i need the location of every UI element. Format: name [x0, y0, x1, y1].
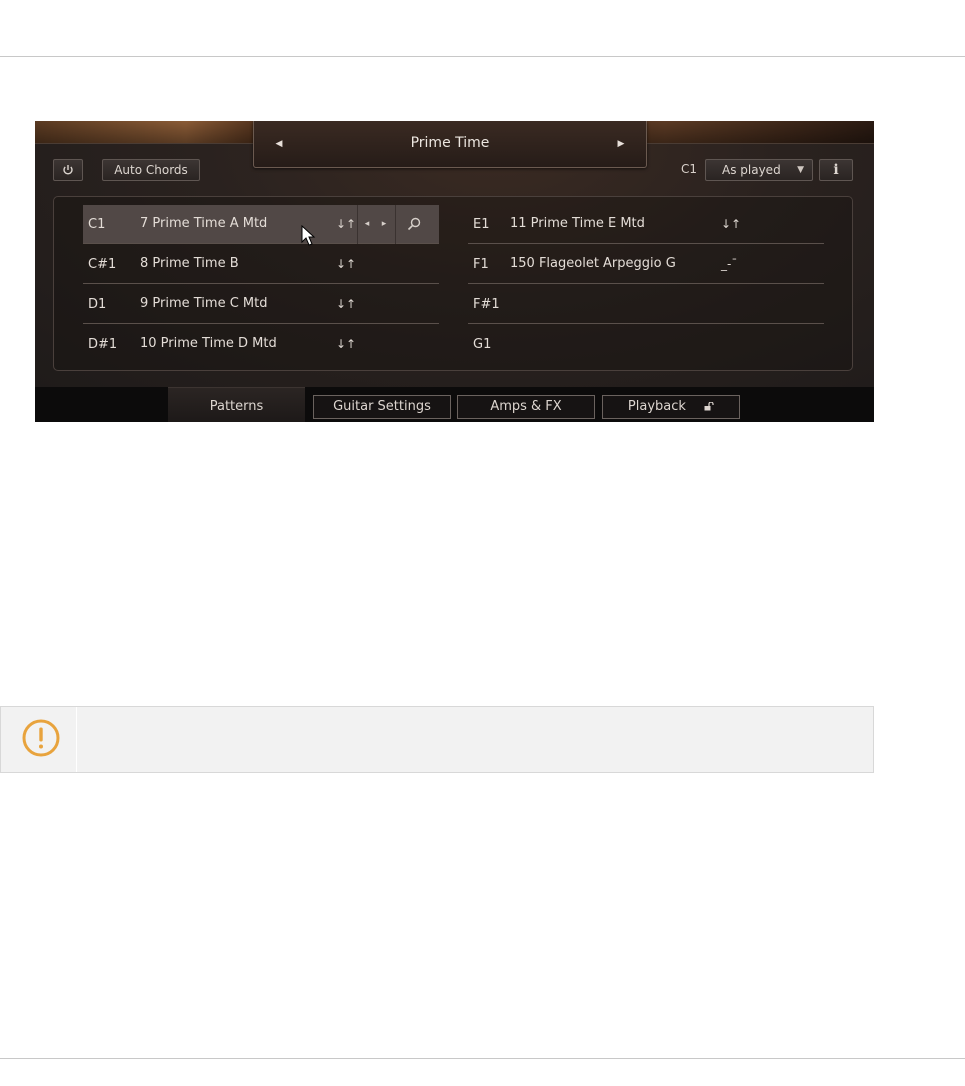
guitar-plugin-panel: Auto Chords C1 As played ▼ i C1 7 Prime …	[35, 121, 874, 422]
pattern-row-c1[interactable]: C1 7 Prime Time A Mtd ↓↑ ◂ ▸	[83, 205, 439, 246]
strum-direction-icon: ↓↑	[336, 217, 357, 231]
strum-direction-icon: ↓↑	[336, 257, 357, 271]
power-icon	[63, 165, 73, 175]
playback-mode-dropdown[interactable]: As played ▼	[705, 159, 813, 181]
tab-bar: Patterns Guitar Settings Amps & FX Playb…	[35, 387, 874, 422]
arpeggio-icon: _-ˉ	[721, 257, 738, 271]
pattern-key: E1	[473, 217, 490, 232]
notice-icon-area	[1, 707, 77, 772]
previous-preset-arrow[interactable]: ◀	[271, 136, 287, 152]
strum-direction-icon: ↓↑	[721, 217, 742, 231]
tab-amps-fx[interactable]: Amps & FX	[457, 395, 595, 419]
pattern-key: D1	[88, 297, 107, 312]
pattern-name: 9 Prime Time C Mtd	[140, 296, 268, 311]
auto-chords-button[interactable]: Auto Chords	[102, 159, 200, 181]
pattern-key: D#1	[88, 337, 118, 352]
pattern-key: G1	[473, 337, 492, 352]
preset-title[interactable]: Prime Time	[294, 135, 606, 151]
main-area: Auto Chords C1 As played ▼ i C1 7 Prime …	[35, 143, 874, 388]
pattern-row-g1[interactable]: G1	[468, 325, 824, 364]
pattern-row-ds1[interactable]: D#1 10 Prime Time D Mtd ↓↑	[83, 325, 439, 364]
mouse-cursor-icon	[301, 225, 316, 246]
tab-playback[interactable]: Playback	[602, 395, 740, 419]
pattern-name: 11 Prime Time E Mtd	[510, 216, 645, 231]
top-divider	[0, 56, 965, 57]
strum-direction-icon: ↓↑	[336, 297, 357, 311]
pattern-name: 8 Prime Time B	[140, 256, 239, 271]
pattern-key: F#1	[473, 297, 500, 312]
row-tools: ↓↑ ◂ ▸	[331, 205, 439, 244]
pattern-key: C1	[88, 217, 106, 232]
next-preset-arrow[interactable]: ▶	[613, 136, 629, 152]
magnifier-icon	[407, 217, 421, 231]
warning-circle-icon	[22, 719, 60, 757]
info-button[interactable]: i	[819, 159, 853, 181]
pattern-next-arrow[interactable]: ▸	[375, 205, 393, 244]
bottom-divider	[0, 1058, 965, 1059]
pattern-row-fs1[interactable]: F#1	[468, 285, 824, 324]
playback-mode-value: As played	[722, 163, 781, 177]
tab-patterns[interactable]: Patterns	[168, 387, 305, 422]
power-button[interactable]	[53, 159, 83, 181]
pattern-prev-arrow[interactable]: ◂	[357, 205, 376, 244]
pattern-row-d1[interactable]: D1 9 Prime Time C Mtd ↓↑	[83, 285, 439, 324]
pattern-row-f1[interactable]: F1 150 Flageolet Arpeggio G _-ˉ	[468, 245, 824, 284]
tab-guitar-settings[interactable]: Guitar Settings	[313, 395, 451, 419]
pattern-row-e1[interactable]: E1 11 Prime Time E Mtd ↓↑	[468, 205, 824, 244]
unlock-icon	[704, 401, 714, 411]
pattern-name: 150 Flageolet Arpeggio G	[510, 256, 676, 271]
pattern-key: F1	[473, 257, 489, 272]
strum-direction-icon: ↓↑	[336, 337, 357, 351]
notice-box	[0, 706, 874, 773]
pattern-name: 7 Prime Time A Mtd	[140, 216, 268, 231]
root-key-label: C1	[681, 162, 698, 176]
pattern-row-cs1[interactable]: C#1 8 Prime Time B ↓↑	[83, 245, 439, 284]
tab-playback-label: Playback	[627, 399, 686, 414]
chevron-down-icon: ▼	[797, 165, 804, 175]
pattern-key: C#1	[88, 257, 117, 272]
pattern-name: 10 Prime Time D Mtd	[140, 336, 277, 351]
preset-selector: ◀ Prime Time ▶	[253, 121, 647, 168]
pattern-search-button[interactable]	[395, 205, 432, 244]
patterns-list: C1 7 Prime Time A Mtd ↓↑ ◂ ▸ C#1 8 Prime…	[53, 196, 853, 371]
